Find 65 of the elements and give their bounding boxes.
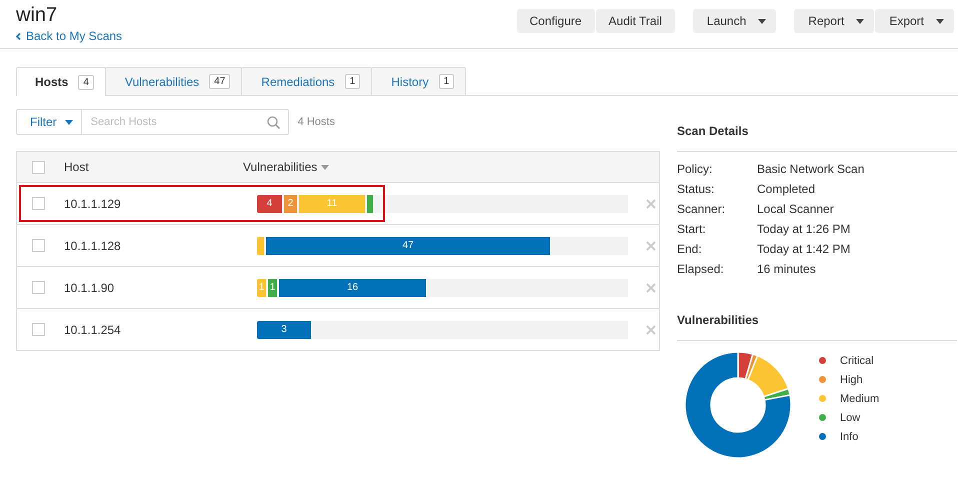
column-header[interactable]: Vulnerabilities	[243, 160, 318, 174]
severity-segment[interactable]: 4	[257, 194, 284, 212]
detail-value: Today at 1:42 PM	[757, 242, 852, 256]
legend-label: Medium	[840, 392, 880, 404]
row-checkbox[interactable]	[32, 323, 45, 336]
delete-icon[interactable]	[646, 198, 656, 208]
host-cell[interactable]: 10.1.1.129	[64, 196, 243, 210]
detail-value: Completed	[757, 182, 816, 196]
caret-icon	[856, 18, 864, 24]
detail-label: Scanner:	[677, 202, 726, 216]
severity-segment[interactable]: 3	[257, 320, 313, 338]
legend-label: Info	[840, 430, 858, 442]
caret-icon	[64, 120, 73, 124]
count-badge: 1	[438, 74, 454, 89]
dropdown-button[interactable]: Export	[875, 9, 954, 33]
panel-title: Vulnerabilities	[677, 313, 957, 341]
delete-icon[interactable]	[646, 324, 656, 334]
toolbar-button[interactable]: Audit Trail	[596, 9, 675, 33]
filter-button[interactable]: Filter	[16, 109, 81, 135]
page-title: win7	[16, 4, 58, 26]
detail-value: Local Scanner	[757, 202, 835, 216]
detail-label: Status:	[677, 182, 716, 196]
detail-label: End:	[677, 242, 703, 256]
count-badge: 4	[78, 74, 94, 90]
delete-icon[interactable]	[646, 282, 656, 292]
row-checkbox[interactable]	[32, 197, 45, 210]
toolbar-button[interactable]: Configure	[516, 9, 595, 33]
caret-icon	[758, 18, 766, 24]
delete-icon[interactable]	[646, 240, 656, 250]
host-cell[interactable]: 10.1.1.90	[64, 280, 243, 294]
count-badge: 47	[209, 74, 230, 89]
column-header: Host	[64, 160, 90, 174]
result-count: 4 Hosts	[298, 116, 335, 128]
detail-value: Basic Network Scan	[757, 162, 866, 176]
panel-title: Scan Details	[677, 124, 957, 152]
tab[interactable]: Remediations 1	[241, 67, 372, 95]
legend-label: Critical	[840, 354, 874, 366]
count-badge: 1	[344, 74, 360, 89]
legend-label: High	[840, 374, 863, 386]
select-all-checkbox[interactable]	[32, 160, 45, 174]
severity-segment[interactable]: 47	[266, 236, 552, 254]
detail-label: Start:	[677, 222, 707, 236]
detail-label: Policy:	[677, 162, 714, 176]
detail-value: 16 minutes	[757, 262, 817, 276]
dropdown-button[interactable]: Launch	[692, 9, 776, 33]
tab[interactable]: Vulnerabilities 47	[104, 67, 242, 95]
dropdown-button[interactable]: Report	[794, 9, 874, 33]
row-checkbox[interactable]	[32, 239, 45, 252]
search-field[interactable]: Search Hosts	[80, 109, 289, 135]
host-cell[interactable]: 10.1.1.128	[64, 238, 243, 252]
chevron-icon	[16, 32, 21, 40]
search-icon	[266, 116, 280, 129]
row-checkbox[interactable]	[32, 281, 45, 294]
severity-segment[interactable]	[257, 236, 266, 254]
detail-value: Today at 1:26 PM	[757, 222, 852, 236]
host-cell[interactable]: 10.1.1.254	[64, 322, 243, 336]
tab[interactable]: Hosts 4	[16, 67, 106, 96]
detail-label: Elapsed:	[677, 262, 725, 276]
caret-icon	[936, 18, 944, 24]
tab[interactable]: History 1	[371, 67, 466, 95]
severity-segment[interactable]: 16	[279, 278, 428, 296]
back-link[interactable]: Back to My Scans	[16, 29, 122, 43]
caret-icon	[321, 164, 330, 170]
legend-label: Low	[840, 412, 860, 424]
severity-segment[interactable]	[367, 194, 375, 212]
